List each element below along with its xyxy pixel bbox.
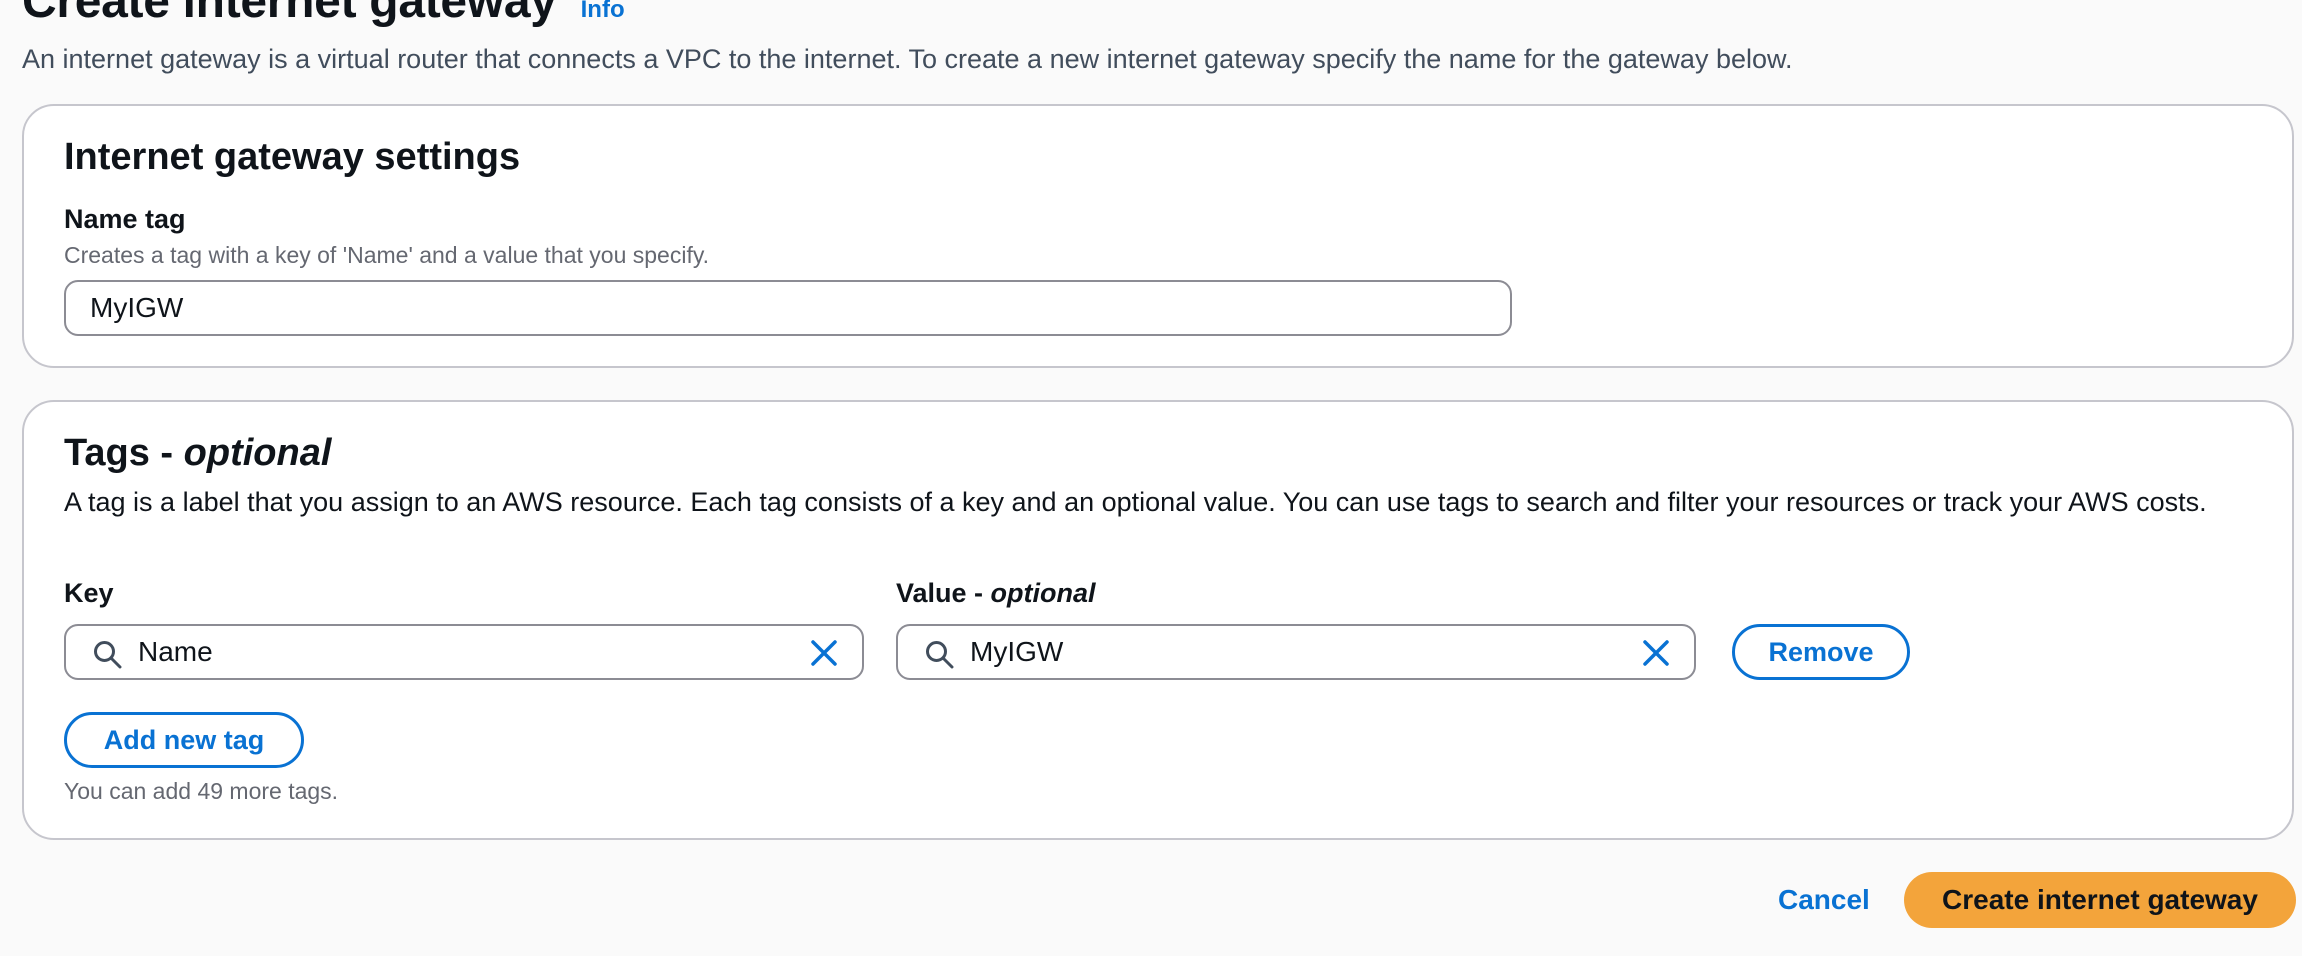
info-link[interactable]: Info (581, 0, 625, 24)
page-header: Create internet gateway Info (22, 0, 625, 26)
settings-heading: Internet gateway settings (64, 136, 521, 178)
tag-limit-text: You can add 49 more tags. (64, 778, 339, 804)
close-icon[interactable] (808, 637, 840, 669)
key-label: Key (64, 578, 114, 608)
name-tag-label: Name tag (64, 204, 186, 234)
tags-heading: Tags - optional (64, 432, 331, 475)
tags-heading-optional: optional (183, 432, 332, 474)
add-new-tag-button[interactable]: Add new tag (64, 712, 304, 768)
tag-value-field[interactable] (896, 624, 1696, 680)
tag-key-input[interactable] (138, 626, 758, 678)
name-tag-description: Creates a tag with a key of 'Name' and a… (64, 242, 710, 268)
search-icon (926, 641, 954, 669)
internet-gateway-settings-panel: Internet gateway settings Name tag Creat… (22, 104, 2294, 368)
tags-description: A tag is a label that you assign to an A… (64, 487, 2207, 517)
search-icon (94, 641, 122, 669)
close-icon[interactable] (1640, 637, 1672, 669)
create-internet-gateway-button[interactable]: Create internet gateway (1904, 872, 2296, 928)
value-label-optional: optional (990, 578, 1096, 608)
remove-tag-button[interactable]: Remove (1732, 624, 1910, 680)
value-label: Value - optional (896, 578, 1096, 609)
value-label-text: Value - (896, 578, 991, 608)
tag-key-field[interactable] (64, 624, 864, 680)
tag-value-input[interactable] (970, 626, 1590, 678)
name-tag-input[interactable] (64, 280, 1512, 336)
page-title: Create internet gateway (22, 0, 557, 28)
page-description: An internet gateway is a virtual router … (22, 44, 1793, 74)
tags-panel: Tags - optional A tag is a label that yo… (22, 400, 2294, 840)
cancel-button[interactable]: Cancel (1778, 880, 1870, 920)
tags-heading-text: Tags - (64, 432, 184, 474)
